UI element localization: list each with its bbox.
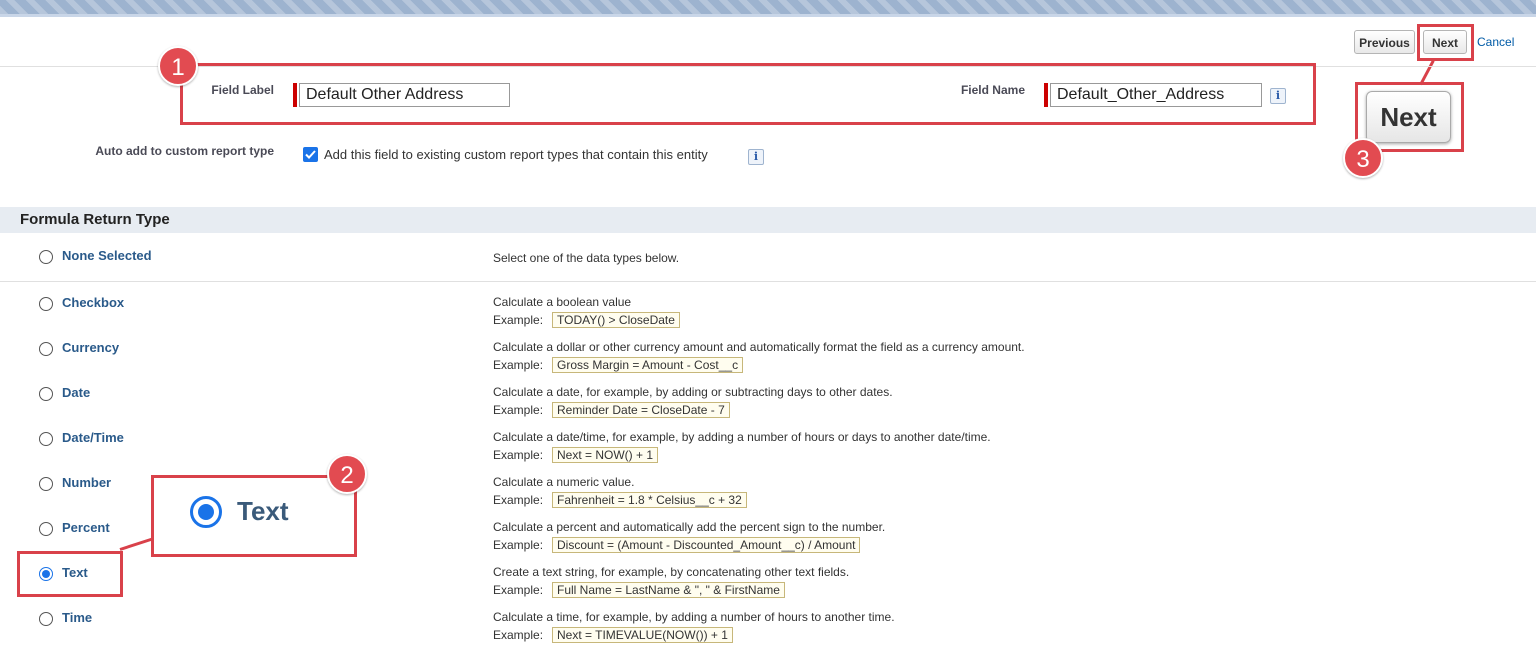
example-code: Next = NOW() + 1 (552, 447, 659, 463)
example-code: Discount = (Amount - Discounted_Amount__… (552, 537, 861, 553)
callout-box-text-option (17, 551, 123, 597)
option-description: Calculate a dollar or other currency amo… (493, 340, 1025, 354)
option-description: Calculate a time, for example, by adding… (493, 610, 895, 624)
checkmark-icon (305, 150, 316, 159)
option-label[interactable]: Number (62, 475, 111, 490)
example-label: Example: (493, 538, 544, 552)
example-label: Example: (493, 493, 544, 507)
option-description: Select one of the data types below. (493, 251, 680, 265)
page-header-stripe (0, 14, 1536, 17)
options-divider (0, 281, 1536, 282)
option-description: Calculate a percent and automatically ad… (493, 520, 886, 534)
example-code: Full Name = LastName & ", " & FirstName (552, 582, 785, 598)
option-label[interactable]: Time (62, 610, 92, 625)
example-code: Fahrenheit = 1.8 * Celsius__c + 32 (552, 492, 747, 508)
section-title: Formula Return Type (20, 211, 170, 228)
example-label: Example: (493, 403, 544, 417)
option-label[interactable]: Checkbox (62, 295, 124, 310)
auto-add-checkbox[interactable] (303, 147, 318, 162)
info-icon[interactable]: i (748, 149, 764, 165)
option-description: Calculate a date/time, for example, by a… (493, 430, 991, 444)
callout-badge-3: 3 (1343, 138, 1383, 178)
option-label[interactable]: Percent (62, 520, 110, 535)
example-code: Reminder Date = CloseDate - 7 (552, 402, 730, 418)
previous-button[interactable]: Previous (1354, 30, 1415, 54)
callout-box-next-button (1417, 24, 1474, 61)
radio-none-selected[interactable] (39, 250, 53, 264)
text-zoom-label: Text (237, 496, 289, 526)
example-label: Example: (493, 583, 544, 597)
example-label: Example: (493, 448, 544, 462)
example-code: Gross Margin = Amount - Cost__c (552, 357, 744, 373)
radio-checkbox[interactable] (39, 297, 53, 311)
example-label: Example: (493, 313, 544, 327)
option-label[interactable]: Date (62, 385, 90, 400)
callout-badge-1: 1 (158, 46, 198, 86)
example-label: Example: (493, 628, 544, 642)
example-code: TODAY() > CloseDate (552, 312, 680, 328)
next-zoom-label: Next (1380, 102, 1437, 132)
radio-date-time[interactable] (39, 432, 53, 446)
callout-box-field-inputs (180, 63, 1316, 125)
option-description: Calculate a numeric value. (493, 475, 635, 489)
example-code: Next = TIMEVALUE(NOW()) + 1 (552, 627, 733, 643)
radio-number[interactable] (39, 477, 53, 491)
formula-return-type-header: Formula Return Type (0, 207, 1536, 233)
auto-add-text: Add this field to existing custom report… (324, 147, 708, 162)
callout-connector-line (119, 537, 153, 551)
option-description: Calculate a date, for example, by adding… (493, 385, 893, 399)
example-label: Example: (493, 358, 544, 372)
radio-percent[interactable] (39, 522, 53, 536)
option-description: Create a text string, for example, by co… (493, 565, 850, 579)
option-label[interactable]: Date/Time (62, 430, 124, 445)
callout-badge-2: 2 (327, 454, 367, 494)
radio-time[interactable] (39, 612, 53, 626)
text-radio-zoom-icon (190, 496, 222, 528)
page-header-band (0, 0, 1536, 14)
radio-currency[interactable] (39, 342, 53, 356)
option-label[interactable]: Currency (62, 340, 119, 355)
option-label[interactable]: None Selected (62, 248, 152, 263)
auto-add-label: Auto add to custom report type (95, 144, 274, 158)
radio-date[interactable] (39, 387, 53, 401)
next-button-zoom: Next (1366, 91, 1451, 143)
option-description: Calculate a boolean value (493, 295, 632, 309)
cancel-link[interactable]: Cancel (1477, 35, 1514, 49)
